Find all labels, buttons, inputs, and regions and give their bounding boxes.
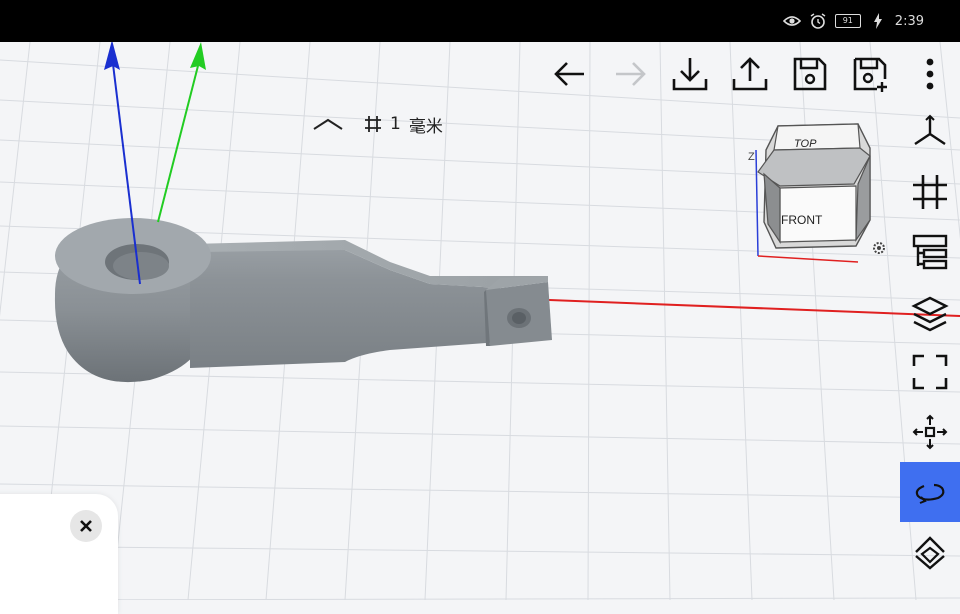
undo-button[interactable] — [540, 50, 600, 98]
grid-spacing-indicator: 1 毫米 — [310, 112, 443, 137]
status-time: 2:39 — [894, 13, 924, 29]
view-cube[interactable]: Z TOP FRONT — [746, 116, 896, 276]
right-toolbar — [900, 102, 960, 582]
grid-toggle-button[interactable] — [900, 162, 960, 222]
grid-toggle-icon — [913, 175, 947, 209]
pan-button[interactable] — [900, 402, 960, 462]
save-button[interactable] — [780, 50, 840, 98]
save-icon — [793, 57, 827, 91]
charging-icon — [869, 12, 887, 30]
more-options-button[interactable] — [900, 50, 960, 98]
view-cube-front-face[interactable]: FRONT — [781, 213, 823, 227]
alarm-icon — [809, 12, 827, 30]
status-bar: 91 2:39 — [0, 0, 960, 42]
layers-icon — [911, 296, 949, 332]
import-icon — [672, 58, 708, 91]
export-button[interactable] — [720, 50, 780, 98]
y-axis-line — [157, 57, 201, 223]
transform-icon — [915, 536, 945, 570]
tree-structure-icon — [912, 234, 948, 270]
grid-spacing-number: 1 — [390, 114, 401, 134]
grid-icon — [365, 116, 381, 132]
view-cube-z-label: Z — [748, 151, 755, 163]
view-cube-top-face[interactable]: TOP — [794, 138, 817, 150]
model-tree-button[interactable] — [900, 222, 960, 282]
grid-spacing-value[interactable]: 1 毫米 — [364, 112, 443, 137]
more-vert-icon — [926, 58, 934, 90]
close-icon — [80, 520, 92, 532]
rotate-button[interactable] — [900, 462, 960, 522]
save-as-button[interactable] — [840, 50, 900, 98]
chevron-up-icon[interactable] — [310, 113, 346, 135]
undo-icon — [554, 62, 584, 86]
view-axes-button[interactable] — [900, 102, 960, 162]
bottom-panel — [0, 494, 118, 614]
save-as-icon — [853, 57, 887, 92]
fit-view-icon — [912, 354, 948, 390]
layers-button[interactable] — [900, 282, 960, 342]
axes-view-icon — [914, 114, 946, 145]
rod-end-model[interactable] — [54, 218, 552, 383]
eye-icon — [782, 12, 801, 30]
import-button[interactable] — [660, 50, 720, 98]
z-axis-arrow[interactable] — [104, 42, 120, 70]
close-panel-button[interactable] — [70, 510, 102, 542]
battery-icon: 91 — [834, 14, 861, 28]
grid-spacing-unit: 毫米 — [408, 116, 443, 137]
rotate-icon — [915, 483, 945, 504]
pan-move-icon — [912, 414, 948, 450]
view-cube-settings-icon[interactable] — [873, 242, 885, 254]
redo-button[interactable] — [600, 50, 660, 98]
transform-button[interactable] — [900, 522, 960, 582]
y-axis-arrow[interactable] — [190, 42, 206, 70]
fit-view-button[interactable] — [900, 342, 960, 402]
export-icon — [732, 57, 768, 91]
status-icons: 91 2:39 — [782, 11, 924, 31]
redo-icon — [616, 62, 646, 86]
top-toolbar — [540, 50, 960, 98]
